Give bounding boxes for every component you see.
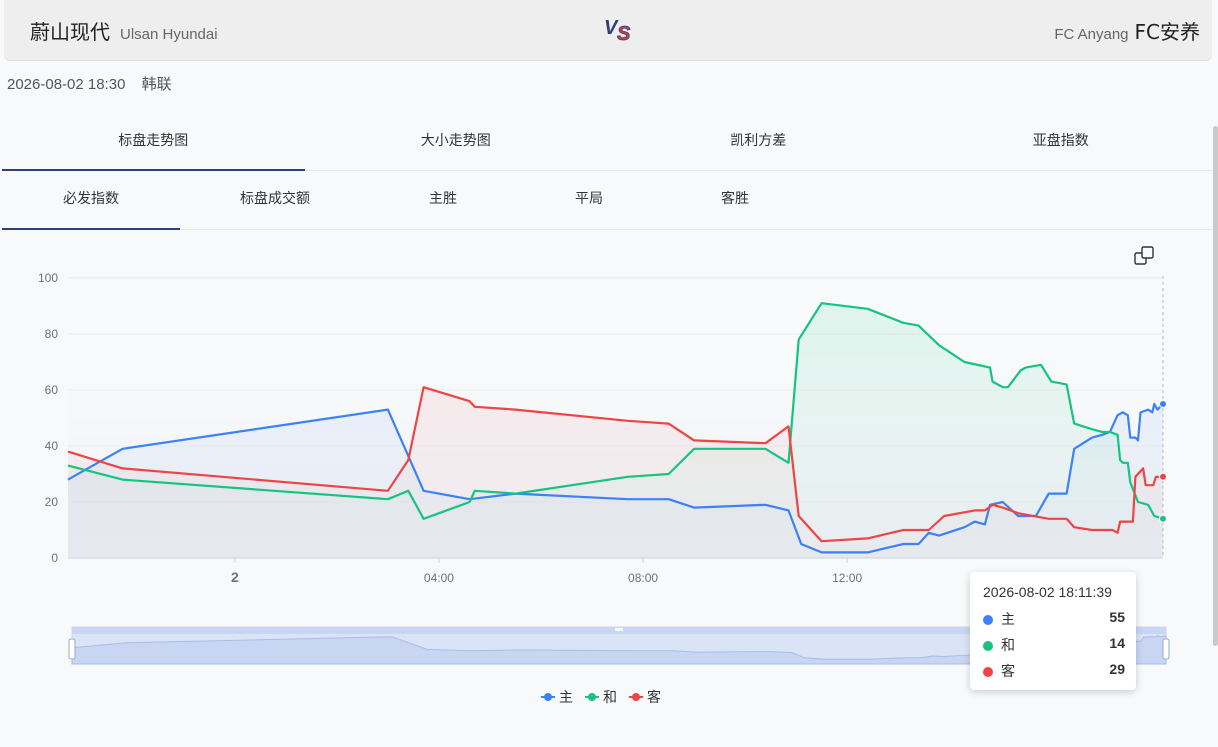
chart-areas <box>68 278 1163 558</box>
vs-icon: V S <box>604 17 631 44</box>
legend-label-home: 主 <box>559 690 573 706</box>
home-team-name-cn: 蔚山现代 <box>30 20 110 44</box>
match-header: 蔚山现代 Ulsan Hyundai V S FC Anyang FC安养 <box>4 0 1212 61</box>
series-end-point <box>1159 472 1167 481</box>
x-tick-label: 12:00 <box>832 571 862 585</box>
scrollbar-thumb[interactable] <box>1213 126 1218 646</box>
area-fade-overlay <box>68 278 1163 558</box>
tooltip-value-home: 55 <box>1109 609 1125 625</box>
sub-tabs: 必发指数 标盘成交额 主胜 平局 客胜 <box>2 171 1212 230</box>
svg-text:S: S <box>617 23 631 44</box>
legend-away-icon <box>629 692 643 702</box>
x-tick-label: 2 <box>231 569 239 585</box>
tooltip-time: 2026-08-02 18:11:39 <box>983 584 1112 600</box>
y-tick-label: 20 <box>45 495 59 509</box>
page-scrollbar[interactable] <box>1212 112 1218 647</box>
tooltip-value-away: 29 <box>1109 661 1125 677</box>
match-meta: 2026-08-02 18:30 韩联 <box>7 73 172 94</box>
legend-draw-icon <box>585 692 599 702</box>
league-name: 韩联 <box>141 76 172 93</box>
x-tick-label: 04:00 <box>424 571 454 585</box>
y-tick-label: 40 <box>45 439 59 453</box>
y-tick-label: 80 <box>45 327 59 341</box>
chart-tooltip: 2026-08-02 18:11:39 主 55 和 14 客 29 <box>970 572 1136 690</box>
draw-dot-icon <box>983 641 993 651</box>
tooltip-row-away: 客 29 <box>983 661 1125 681</box>
zoom-grip <box>615 628 623 631</box>
away-dot-icon <box>983 667 993 677</box>
tooltip-value-draw: 14 <box>1109 635 1125 651</box>
chart-legend: 主 和 客 <box>541 687 661 707</box>
x-tick-label: 08:00 <box>628 571 658 585</box>
series-end-point <box>1159 514 1167 523</box>
legend-item-draw[interactable]: 和 <box>585 687 617 707</box>
y-tick-label: 60 <box>45 383 59 397</box>
tooltip-label-home: 主 <box>1001 611 1015 627</box>
match-datetime: 2026-08-02 18:30 <box>7 76 126 93</box>
tab-home-win[interactable]: 主胜 <box>370 171 516 229</box>
tab-kelly-variance[interactable]: 凯利方差 <box>607 112 910 170</box>
y-tick-label: 0 <box>51 551 58 565</box>
home-dot-icon <box>983 615 993 625</box>
legend-home-icon <box>541 692 555 702</box>
y-tick-label: 100 <box>38 271 58 285</box>
main-tabs: 标盘走势图 大小走势图 凯利方差 亚盘指数 <box>2 112 1212 171</box>
tab-turnover[interactable]: 标盘成交额 <box>180 171 370 229</box>
away-team-name-en: FC Anyang <box>1054 26 1129 43</box>
tab-asian-handicap[interactable]: 亚盘指数 <box>910 112 1213 170</box>
away-team[interactable]: FC Anyang FC安养 <box>1054 16 1200 45</box>
away-team-name-cn: FC安养 <box>1134 20 1200 44</box>
tooltip-row-home: 主 55 <box>983 609 1125 629</box>
tooltip-row-draw: 和 14 <box>983 635 1125 655</box>
tab-over-under-trend[interactable]: 大小走势图 <box>305 112 608 170</box>
tab-handicap-trend[interactable]: 标盘走势图 <box>2 112 305 171</box>
home-team-name-en: Ulsan Hyundai <box>120 26 218 43</box>
zoom-handle <box>1162 638 1170 660</box>
zoom-handle <box>68 638 76 660</box>
legend-item-away[interactable]: 客 <box>629 687 661 707</box>
legend-label-away: 客 <box>647 690 661 706</box>
restore-icon[interactable] <box>1134 246 1154 265</box>
series-end-point <box>1159 400 1167 408</box>
tab-away-win[interactable]: 客胜 <box>662 171 808 229</box>
tooltip-label-away: 客 <box>1001 663 1015 679</box>
legend-label-draw: 和 <box>603 690 617 706</box>
home-team[interactable]: 蔚山现代 Ulsan Hyundai <box>30 16 218 45</box>
tab-betfair-index[interactable]: 必发指数 <box>2 171 180 230</box>
tab-draw[interactable]: 平局 <box>516 171 662 229</box>
tooltip-label-draw: 和 <box>1001 637 1015 653</box>
legend-item-home[interactable]: 主 <box>541 687 573 707</box>
